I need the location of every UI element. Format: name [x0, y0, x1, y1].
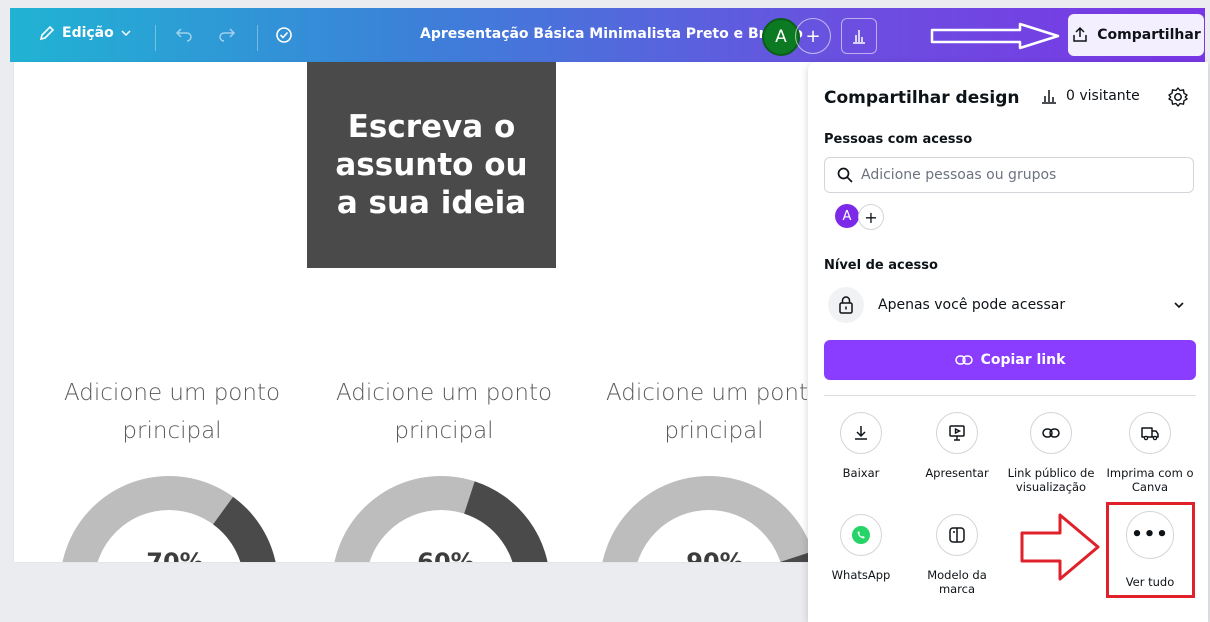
slide-title-box[interactable]: Escreva o assunto ou a sua ideia: [307, 62, 556, 268]
cloud-check-icon: [276, 27, 292, 43]
toolbar-divider: [257, 25, 258, 51]
brand-template-option[interactable]: Modelo da marca: [909, 514, 1005, 596]
option-label: Apresentar: [925, 466, 989, 480]
point-label-1[interactable]: Adicione um ponto principal: [62, 374, 282, 450]
access-level-heading: Nível de acesso: [824, 258, 938, 273]
visitors-count: 0 visitante: [1066, 88, 1140, 104]
undo-icon: [175, 28, 192, 42]
toolbar-divider: [155, 25, 156, 51]
link-icon: [954, 355, 973, 365]
gauge-value-2: 60%: [417, 548, 475, 562]
redo-button[interactable]: [218, 26, 236, 42]
present-option[interactable]: Apresentar: [909, 412, 1005, 480]
option-label: Modelo da marca: [927, 568, 987, 596]
download-option[interactable]: Baixar: [813, 412, 909, 480]
whatsapp-option[interactable]: WhatsApp: [813, 514, 909, 582]
share-button-label: Compartilhar: [1097, 27, 1201, 43]
option-label: Imprima com o Canva: [1106, 466, 1194, 494]
slide-title[interactable]: Escreva o assunto ou a sua ideia: [322, 108, 542, 222]
edit-mode-menu[interactable]: Edição: [38, 24, 132, 42]
print-option[interactable]: Imprima com o Canva: [1102, 412, 1198, 494]
settings-gear-icon[interactable]: [1167, 86, 1189, 108]
truck-icon: [1141, 427, 1159, 441]
add-person-button[interactable]: +: [858, 204, 884, 230]
gauge-value-3: 90%: [686, 548, 744, 562]
share-button[interactable]: Compartilhar: [1068, 14, 1204, 56]
point-label-2[interactable]: Adicione um ponto principal: [334, 374, 554, 450]
option-label: Link público de visualização: [1007, 466, 1095, 494]
option-label: WhatsApp: [831, 568, 891, 582]
bar-chart-icon: [853, 30, 865, 44]
copy-link-button[interactable]: Copiar link: [824, 340, 1196, 380]
plus-icon: +: [864, 207, 878, 227]
public-link-option[interactable]: Link público de visualização: [1003, 412, 1099, 494]
chevron-down-icon: [1174, 302, 1184, 309]
point-label-3[interactable]: Adicione um ponto principal: [604, 374, 814, 450]
brand-template-icon: [949, 527, 965, 543]
gauge-value-1: 70%: [146, 548, 204, 562]
search-placeholder: Adicione pessoas ou grupos: [861, 167, 1057, 183]
lock-icon: [828, 287, 864, 323]
insights-button[interactable]: [841, 18, 877, 54]
access-level-dropdown[interactable]: Apenas você pode acessar: [824, 284, 1194, 326]
edit-mode-label: Edição: [62, 25, 114, 41]
copy-link-label: Copiar link: [980, 352, 1066, 368]
pencil-icon: [39, 25, 55, 41]
people-access-heading: Pessoas com acesso: [824, 132, 973, 147]
undo-button[interactable]: [175, 26, 193, 42]
add-collaborator-button[interactable]: +: [795, 18, 831, 54]
chevron-down-icon: [121, 30, 131, 37]
share-upload-icon: [1073, 26, 1088, 42]
people-search-input[interactable]: Adicione pessoas ou grupos: [824, 157, 1194, 193]
gauge-fill: [780, 551, 814, 562]
search-icon: [837, 167, 853, 183]
cloud-save-status[interactable]: [274, 25, 294, 45]
option-label: Baixar: [842, 466, 880, 480]
document-title[interactable]: Apresentação Básica Minimalista Preto e …: [420, 26, 803, 42]
annotation-red-highlight-box: [1106, 502, 1195, 598]
slide-canvas[interactable]: Escreva o assunto ou a sua ideia Adicion…: [14, 62, 814, 562]
annotation-red-arrow-icon: [1020, 513, 1100, 581]
download-icon: [855, 426, 867, 440]
share-panel-title: Compartilhar design: [824, 88, 1020, 108]
redo-icon: [219, 28, 236, 42]
avatar-initial: A: [775, 27, 787, 47]
bar-chart-icon: [1042, 90, 1056, 104]
visitors-button[interactable]: 0 visitante: [1040, 88, 1140, 104]
panel-divider: [824, 395, 1196, 396]
present-icon: [949, 425, 965, 441]
editor-topbar: Edição Apresentação Básica Minimalista P…: [10, 8, 1205, 62]
collaborator-avatar[interactable]: A: [835, 204, 859, 228]
plus-icon: +: [805, 25, 821, 47]
whatsapp-icon: [852, 526, 870, 544]
annotation-arrow-icon: [930, 22, 1060, 50]
avatar-initial: A: [842, 208, 852, 224]
link-icon: [1042, 428, 1060, 438]
access-level-value: Apenas você pode acessar: [878, 297, 1066, 313]
